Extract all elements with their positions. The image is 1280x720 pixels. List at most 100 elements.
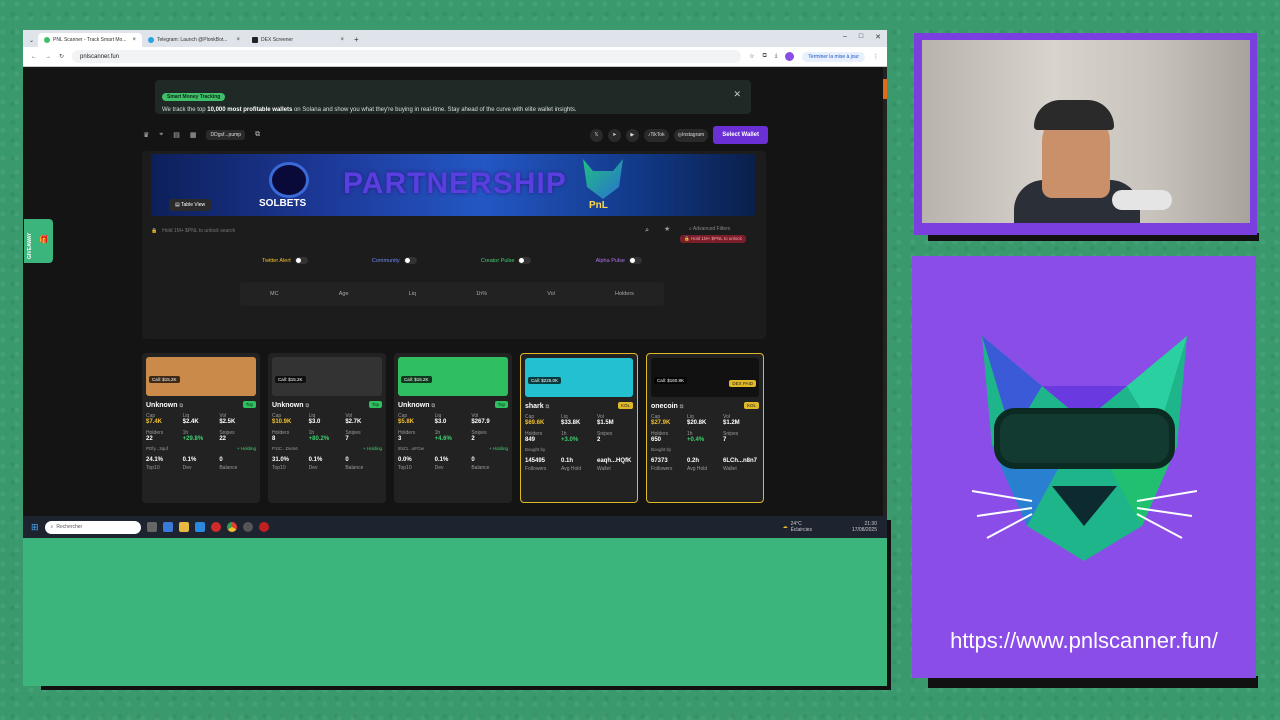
toggle-switch[interactable] [403,257,417,264]
close-icon[interactable]: × [237,37,241,43]
weather-desc: Éclaircies [790,527,812,533]
snipes-value: 2 [471,436,475,443]
mail-icon[interactable] [194,522,205,532]
token-card[interactable]: Call: $225.0K KOL shark ⧉ Cap $69.6K Liq $… [520,353,638,503]
minimize-icon[interactable]: – [843,33,847,41]
opera-icon[interactable] [210,522,221,532]
tab-menu-icon[interactable]: ⌄ [29,37,34,44]
app-icon[interactable] [258,522,269,532]
close-icon[interactable]: × [341,37,345,43]
filter-vol[interactable]: Vol [547,291,555,297]
chrome-icon[interactable] [226,522,237,532]
alert-toggles: Twitter Alert Community Creator Pulse Al… [262,257,642,264]
reload-icon[interactable]: ↻ [59,53,64,60]
download-icon[interactable]: ⤓ [775,53,778,60]
change-value: +0.4% [687,437,705,444]
store-icon[interactable] [162,522,173,532]
tiktok-button[interactable]: ♪ TikTok [643,128,669,142]
stat-b-value: 0.1% [182,457,197,464]
close-icon[interactable]: × [133,37,137,43]
toggle-switch[interactable] [518,257,532,264]
token-card[interactable]: Call: $15.2K Top Unknown ⧉ Cap $5.8K Liq $… [394,353,512,503]
close-icon[interactable]: ✕ [733,89,741,100]
clock[interactable]: 21:30 17/08/2025 [852,521,877,533]
token-tag: Top [242,401,256,408]
tab-bar: ⌄ PNL Scanner - Track Smart Mo... × Tele… [23,30,887,47]
calendar-icon[interactable]: ▦ [190,131,197,139]
weather-widget[interactable]: ☁ 24°C Éclaircies [783,521,812,533]
new-tab-icon[interactable]: + [354,35,359,44]
stat-b-value: 0.1% [434,457,449,464]
forward-icon[interactable]: → [45,54,51,60]
instagram-button[interactable]: ◎ Instagram [673,128,709,142]
menu-icon[interactable]: ⋮ [873,53,879,60]
copy-icon[interactable]: ⧉ [680,404,684,410]
advanced-filters-button[interactable]: ⌕ Advanced Filters [689,226,730,232]
cap-value: $7.4K [146,419,163,425]
stat-a-label: Top10 [146,464,160,471]
main-panel: SOLBETS PARTNERSHIP PnL ▤ Table View 🔒 H… [142,151,766,339]
avatar[interactable] [785,52,795,61]
token-card[interactable]: Call: $15.2K Top Unknown ⧉ Cap $10.9K Liq… [268,353,386,503]
stat-a-label: Followers [651,465,673,472]
tab-dex-screener[interactable]: DEX Screener × [246,33,350,47]
token-card[interactable]: Call: $15.2K Top Unknown ⧉ Cap $7.4K Liq $… [142,353,260,503]
solbets-brand: SOLBETS [259,198,307,209]
file-explorer-icon[interactable] [178,522,189,532]
table-view-button[interactable]: ▤ Table View [169,199,212,211]
favorite-star-icon[interactable]: ★ [664,225,670,233]
toggle-switch[interactable] [628,257,642,264]
filter-mc[interactable]: MC [270,291,279,297]
copy-icon[interactable]: ⧉ [546,404,550,410]
filter-age[interactable]: Age [339,291,349,297]
task-view-icon[interactable] [146,522,157,532]
partnership-title: PARTNERSHIP [343,167,567,200]
bookmark-star-icon[interactable]: ☆ [749,53,754,60]
url-field[interactable]: pnlscanner.fun [72,50,742,63]
filter-liq[interactable]: Liq [409,291,416,297]
toggle-twitter-alert[interactable]: Twitter Alert [262,257,308,264]
close-window-icon[interactable]: ✕ [875,33,881,41]
giveaway-tab[interactable]: GIVEAWAY 🎁 [24,219,53,263]
stat-a-value: 31.0% [272,457,290,464]
advanced-filters-label: Advanced Filters [692,226,731,232]
maximize-icon[interactable]: □ [859,33,863,41]
filter-1h[interactable]: 1h% [476,291,487,297]
copy-icon[interactable]: ⧉ [255,131,260,139]
search-icon[interactable]: ⌕ [645,227,649,235]
giveaway-label: GIVEAWAY [27,232,33,259]
partnership-banner[interactable]: SOLBETS PARTNERSHIP PnL ▤ Table View [151,154,755,216]
holding-badge: + Holding [488,446,508,452]
windows-start-icon[interactable]: ⊞ [31,522,39,533]
toggle-creator-pulse[interactable]: Creator Pulse [481,257,532,264]
select-wallet-button[interactable]: Select Wallet [713,126,768,144]
toggle-alpha-pulse[interactable]: Alpha Pulse [596,257,642,264]
tab-pnl-scanner[interactable]: PNL Scanner - Track Smart Mo... × [38,33,143,47]
copy-icon[interactable]: ⧉ [305,403,309,409]
vol-value: $2.7K [345,419,362,425]
stat-c-label: Balance [345,464,364,471]
location-icon[interactable]: ⌖ [159,131,163,139]
tab-telegram[interactable]: Telegram: Launch @PlonkBot... × [142,33,246,47]
extensions-icon[interactable]: ⧉ [762,53,766,60]
telegram-icon[interactable]: ➤ [607,128,621,142]
filter-holders[interactable]: Holders [615,291,634,297]
crown-icon[interactable]: ♛ [143,131,149,139]
twitter-icon[interactable]: 𝕏 [589,128,603,142]
copy-icon[interactable]: ⧉ [179,403,183,409]
copy-icon[interactable]: ⧉ [431,403,435,409]
chart-icon[interactable]: ▤ [173,131,180,139]
stat-c-value: 6LCh...n8n7 [723,458,758,465]
toggle-switch[interactable] [294,257,308,264]
youtube-icon[interactable]: ▶ [625,128,639,142]
search-input[interactable]: 🔒 Hold 1M+ $PNL to unlock search ⌕ [151,224,649,238]
toggle-community[interactable]: Community [372,257,417,264]
token-card[interactable]: Call: $160.8K DEX PAID KOL onecoin ⧉ Cap… [646,353,764,503]
webcam-feed [922,40,1250,223]
scrollbar[interactable] [883,67,887,516]
update-button[interactable]: Terminer la mise à jour [802,51,865,62]
taskbar-search-input[interactable]: ⌕ Rechercher [44,520,141,534]
promo-url[interactable]: https://www.pnlscanner.fun/ [912,628,1256,654]
back-icon[interactable]: ← [31,54,37,60]
obs-icon[interactable] [242,522,253,532]
